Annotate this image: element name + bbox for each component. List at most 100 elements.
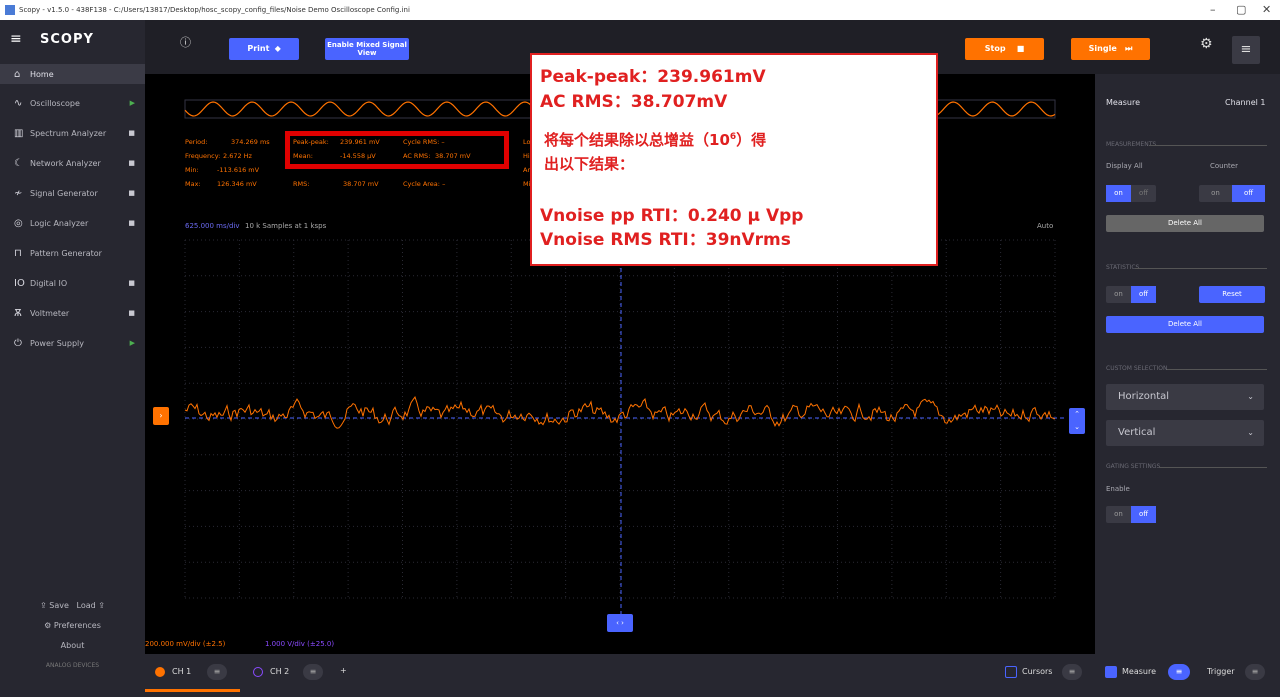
sidebar-item-spectrum-analyzer[interactable]: ▥ Spectrum Analyzer ■ xyxy=(0,118,145,148)
trigger-menu-icon[interactable]: ≡ xyxy=(1245,664,1265,680)
sidebar-item-label: Oscilloscope xyxy=(30,98,80,108)
sidebar-item-label: Home xyxy=(30,69,54,79)
delete-all-statistics-button[interactable]: Delete All xyxy=(1106,316,1264,333)
stop-button[interactable]: Stop ■ xyxy=(965,38,1044,60)
timebase-label: 625.000 ms/div xyxy=(185,222,240,230)
toggle-off: off xyxy=(1131,506,1156,523)
sidebar-item-digital-io[interactable]: IO Digital IO ■ xyxy=(0,268,145,298)
settings-gear-icon[interactable]: ⚙ xyxy=(1200,36,1213,52)
gear-icon: ⚙ xyxy=(44,621,54,630)
annotation-ac-rms: AC RMS：38.707mV xyxy=(540,92,728,112)
sidebar-item-logic-analyzer[interactable]: ◎ Logic Analyzer ■ xyxy=(0,208,145,238)
auto-label: Auto xyxy=(1037,222,1054,230)
save-button[interactable]: Save xyxy=(49,601,69,610)
hamburger-menu-icon[interactable]: ≡ xyxy=(10,31,22,47)
load-button[interactable]: Load xyxy=(77,601,96,610)
sidebar-item-label: Voltmeter xyxy=(30,308,70,318)
chevron-down-icon: ⌄ xyxy=(1247,428,1254,437)
frequency-value: 2.672 Hz xyxy=(223,152,252,160)
statistics-toggle[interactable]: on off xyxy=(1106,286,1156,303)
measure-menu-icon[interactable]: ≡ xyxy=(1168,664,1190,680)
trigger-level-handle[interactable]: ⌃ ⌄ xyxy=(1069,408,1085,434)
annotation-note-text: 将每个结果除以总增益（10 xyxy=(544,131,730,149)
maximize-button[interactable]: ▢ xyxy=(1236,3,1246,16)
min-value: -113.616 mV xyxy=(217,166,260,174)
enable-mixed-signal-button[interactable]: Enable Mixed Signal View xyxy=(325,38,409,60)
sidebar-item-oscilloscope[interactable]: ∿ Oscilloscope ▶ xyxy=(0,88,145,118)
cursors-label: Cursors xyxy=(1022,667,1053,676)
cursors-checkbox[interactable] xyxy=(1005,666,1017,678)
sidebar: ≡ SCOPY ⌂ Home ∿ Oscilloscope ▶ ▥ Spectrum A… xyxy=(0,20,145,697)
ch1-menu-icon[interactable]: ≡ xyxy=(207,664,227,680)
network-icon: ☾ xyxy=(14,157,23,169)
cursors-menu-icon[interactable]: ≡ xyxy=(1062,664,1082,680)
cycle-area-value: – xyxy=(442,180,446,188)
reset-button[interactable]: Reset xyxy=(1199,286,1265,303)
trigger-position-handle[interactable]: ‹ › xyxy=(607,614,633,632)
bottom-bar: CH 1 ≡ CH 2 ≡ + Cursors ≡ Measure ≡ Trig… xyxy=(145,654,1280,697)
annotation-peak-peak: Peak-peak：239.961mV xyxy=(540,67,766,87)
sidebar-item-label: Logic Analyzer xyxy=(30,218,89,228)
preferences-button[interactable]: Preferences xyxy=(54,621,101,630)
max-value: 126.346 mV xyxy=(217,180,257,188)
channel-selector[interactable]: Channel 1 xyxy=(1225,98,1265,107)
sidebar-item-power-supply[interactable]: ⏻ Power Supply ▶ xyxy=(0,328,145,358)
about-button[interactable]: About xyxy=(0,636,145,656)
single-icon: ⏭ xyxy=(1116,44,1133,53)
stop-status-icon: ■ xyxy=(128,279,135,287)
horizontal-dropdown[interactable]: Horizontal ⌄ xyxy=(1106,384,1264,410)
cycle-area-label: Cycle Area: xyxy=(403,180,440,188)
ch2-button[interactable]: CH 2 xyxy=(270,667,289,676)
gating-toggle[interactable]: on off xyxy=(1106,506,1156,523)
add-channel-button[interactable]: + xyxy=(340,666,347,675)
single-button[interactable]: Single ⏭ xyxy=(1071,38,1150,60)
display-all-toggle[interactable]: on off xyxy=(1106,185,1156,202)
measure-checkbox[interactable] xyxy=(1105,666,1117,678)
plot-grid xyxy=(184,239,1056,599)
single-label: Single xyxy=(1088,44,1117,53)
delete-all-measurements-button[interactable]: Delete All xyxy=(1106,215,1264,232)
sidebar-item-home[interactable]: ⌂ Home xyxy=(0,64,145,84)
close-button[interactable]: ✕ xyxy=(1262,3,1271,16)
annotation-vnoise-pp: Vnoise pp RTI：0.240 μ Vpp xyxy=(540,206,804,226)
sidebar-item-label: Power Supply xyxy=(30,338,84,348)
measure-panel: Measure Channel 1 MEASUREMENTS Display A… xyxy=(1095,74,1280,654)
period-label: Period: xyxy=(185,138,208,146)
measure-label: Measure xyxy=(1122,667,1156,676)
ch1-scale-label: 200.000 mV/div (±2.5) xyxy=(145,640,226,648)
display-all-label: Display All xyxy=(1106,162,1143,170)
vertical-dropdown[interactable]: Vertical ⌄ xyxy=(1106,420,1264,446)
print-label: Print xyxy=(247,44,270,53)
section-divider xyxy=(1135,268,1267,269)
ch1-button[interactable]: CH 1 xyxy=(172,667,191,676)
sidebar-item-pattern-generator[interactable]: ⊓ Pattern Generator xyxy=(0,238,145,268)
load-icon: ⇪ xyxy=(95,601,105,610)
section-divider xyxy=(1149,145,1267,146)
save-icon: ⇪ xyxy=(40,601,50,610)
section-gating: GATING SETTINGS xyxy=(1106,463,1161,470)
ch1-offset-handle[interactable]: › xyxy=(153,407,169,425)
ch2-color-icon xyxy=(253,667,263,677)
chevron-down-icon: ⌄ xyxy=(1247,392,1254,401)
section-custom-selection: CUSTOM SELECTION xyxy=(1106,365,1168,372)
stop-status-icon: ■ xyxy=(128,189,135,197)
sidebar-item-network-analyzer[interactable]: ☾ Network Analyzer ■ xyxy=(0,148,145,178)
toggle-off: off xyxy=(1232,185,1265,202)
analog-devices-logo: ANALOG DEVICES xyxy=(45,662,100,669)
sample-rate-label: 10 k Samples at 1 ksps xyxy=(245,222,327,230)
trigger-label[interactable]: Trigger xyxy=(1207,667,1235,676)
stop-label: Stop xyxy=(984,44,1006,53)
sidebar-footer: ⇪ Save Load ⇪ ⚙ Preferences About ANALOG… xyxy=(0,596,145,676)
home-icon: ⌂ xyxy=(14,68,21,80)
sidebar-item-signal-generator[interactable]: ≁ Signal Generator ■ xyxy=(0,178,145,208)
sidebar-item-voltmeter[interactable]: Ѫ Voltmeter ■ xyxy=(0,298,145,328)
print-button[interactable]: Print ⬥ xyxy=(229,38,299,60)
highlight-box xyxy=(285,131,509,169)
minimize-button[interactable]: – xyxy=(1210,3,1216,16)
dropdown-value: Horizontal xyxy=(1118,391,1170,402)
ch2-menu-icon[interactable]: ≡ xyxy=(303,664,323,680)
counter-toggle[interactable]: on off xyxy=(1199,185,1265,202)
info-icon[interactable]: ⓘ xyxy=(180,34,191,50)
scopy-logo: SCOPY xyxy=(40,32,94,47)
menu-toggle-button[interactable]: ≡ xyxy=(1232,36,1260,64)
